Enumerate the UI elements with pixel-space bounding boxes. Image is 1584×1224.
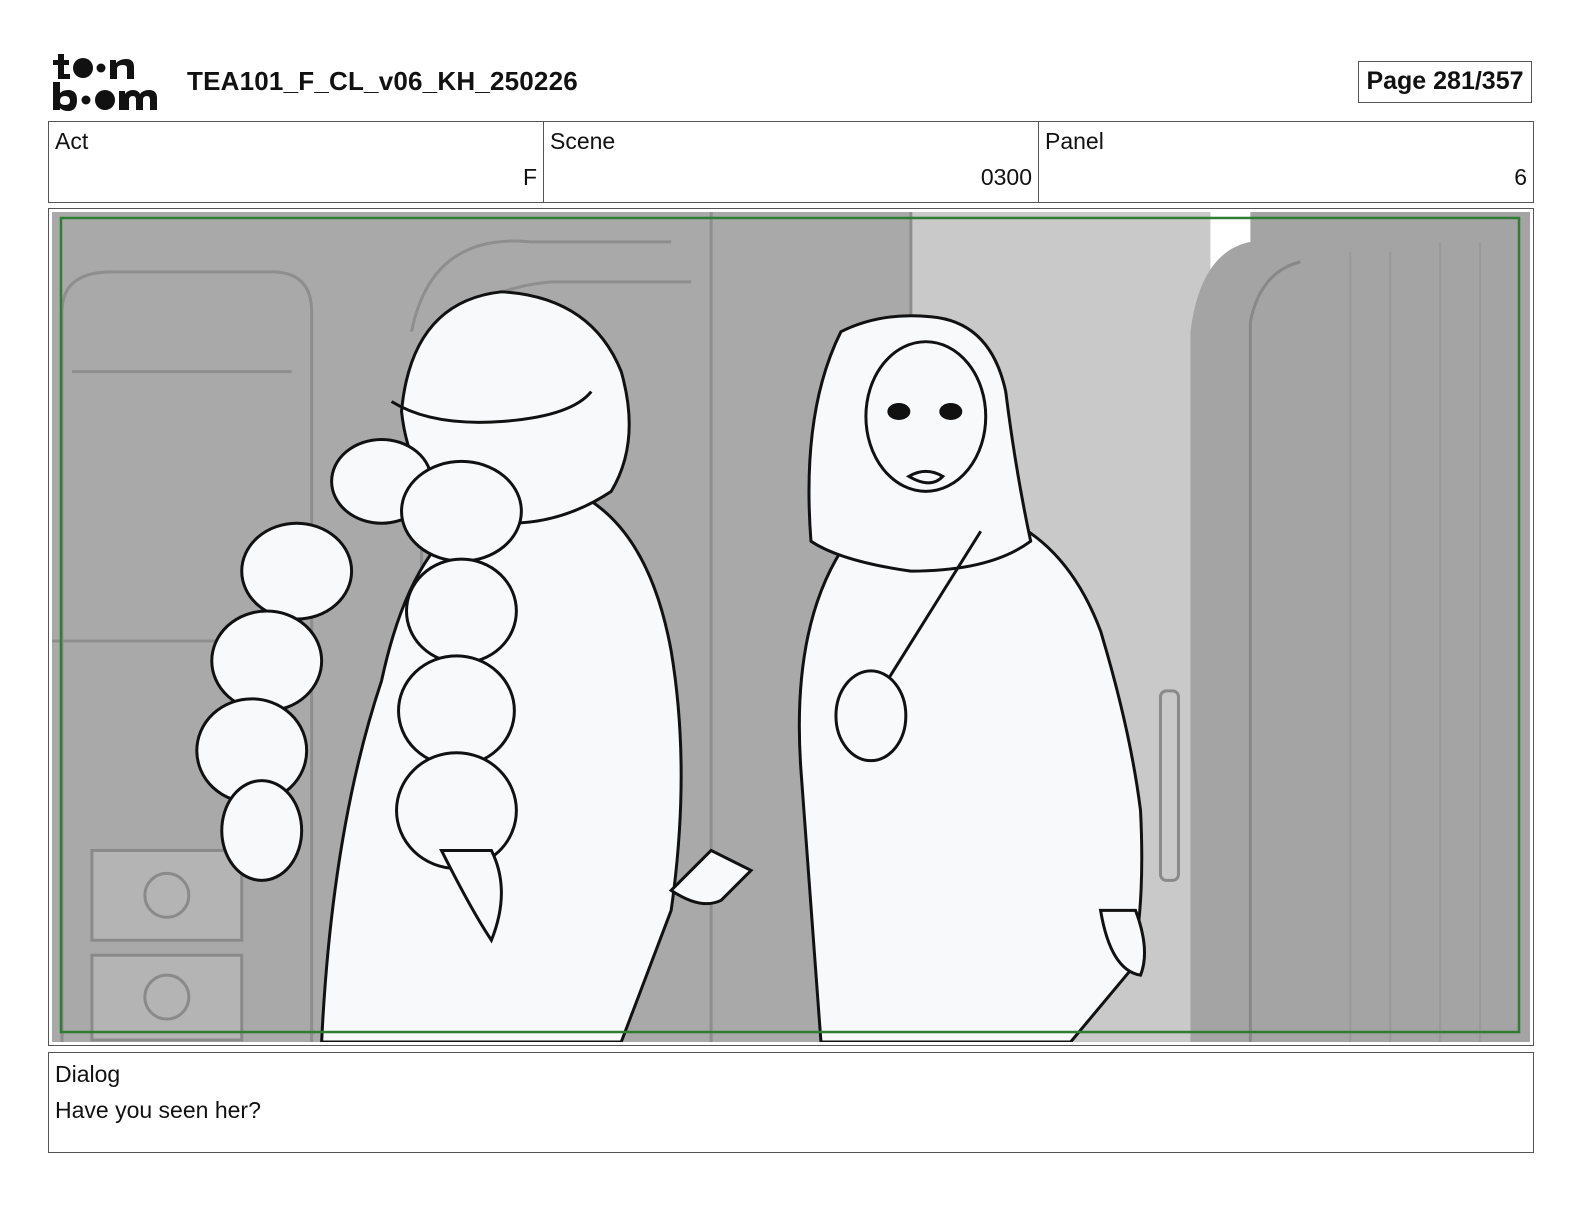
dialog-text: Have you seen her? [55, 1097, 261, 1123]
act-value: F [522, 164, 537, 190]
scene-cell: Scene 0300 [544, 122, 1039, 202]
panel-value: 6 [1514, 164, 1527, 190]
scene-value: 0300 [980, 164, 1032, 190]
document-title: TEA101_F_CL_v06_KH_250226 [187, 66, 578, 96]
panel-label: Panel [1045, 128, 1104, 154]
storyboard-panel-frame [48, 208, 1534, 1046]
act-label: Act [55, 128, 89, 154]
dialog-box: Dialog Have you seen her? [48, 1052, 1534, 1153]
page-indicator: Page 281/357 [1358, 61, 1532, 103]
panel-cell: Panel 6 [1039, 122, 1533, 202]
panel-info-row: Act F Scene 0300 Panel 6 [48, 121, 1534, 203]
scene-label: Scene [550, 128, 616, 154]
toonboom-logo [53, 54, 157, 111]
dialog-label: Dialog [55, 1061, 121, 1087]
act-cell: Act F [49, 122, 544, 202]
storyboard-panel-image [52, 212, 1530, 1042]
